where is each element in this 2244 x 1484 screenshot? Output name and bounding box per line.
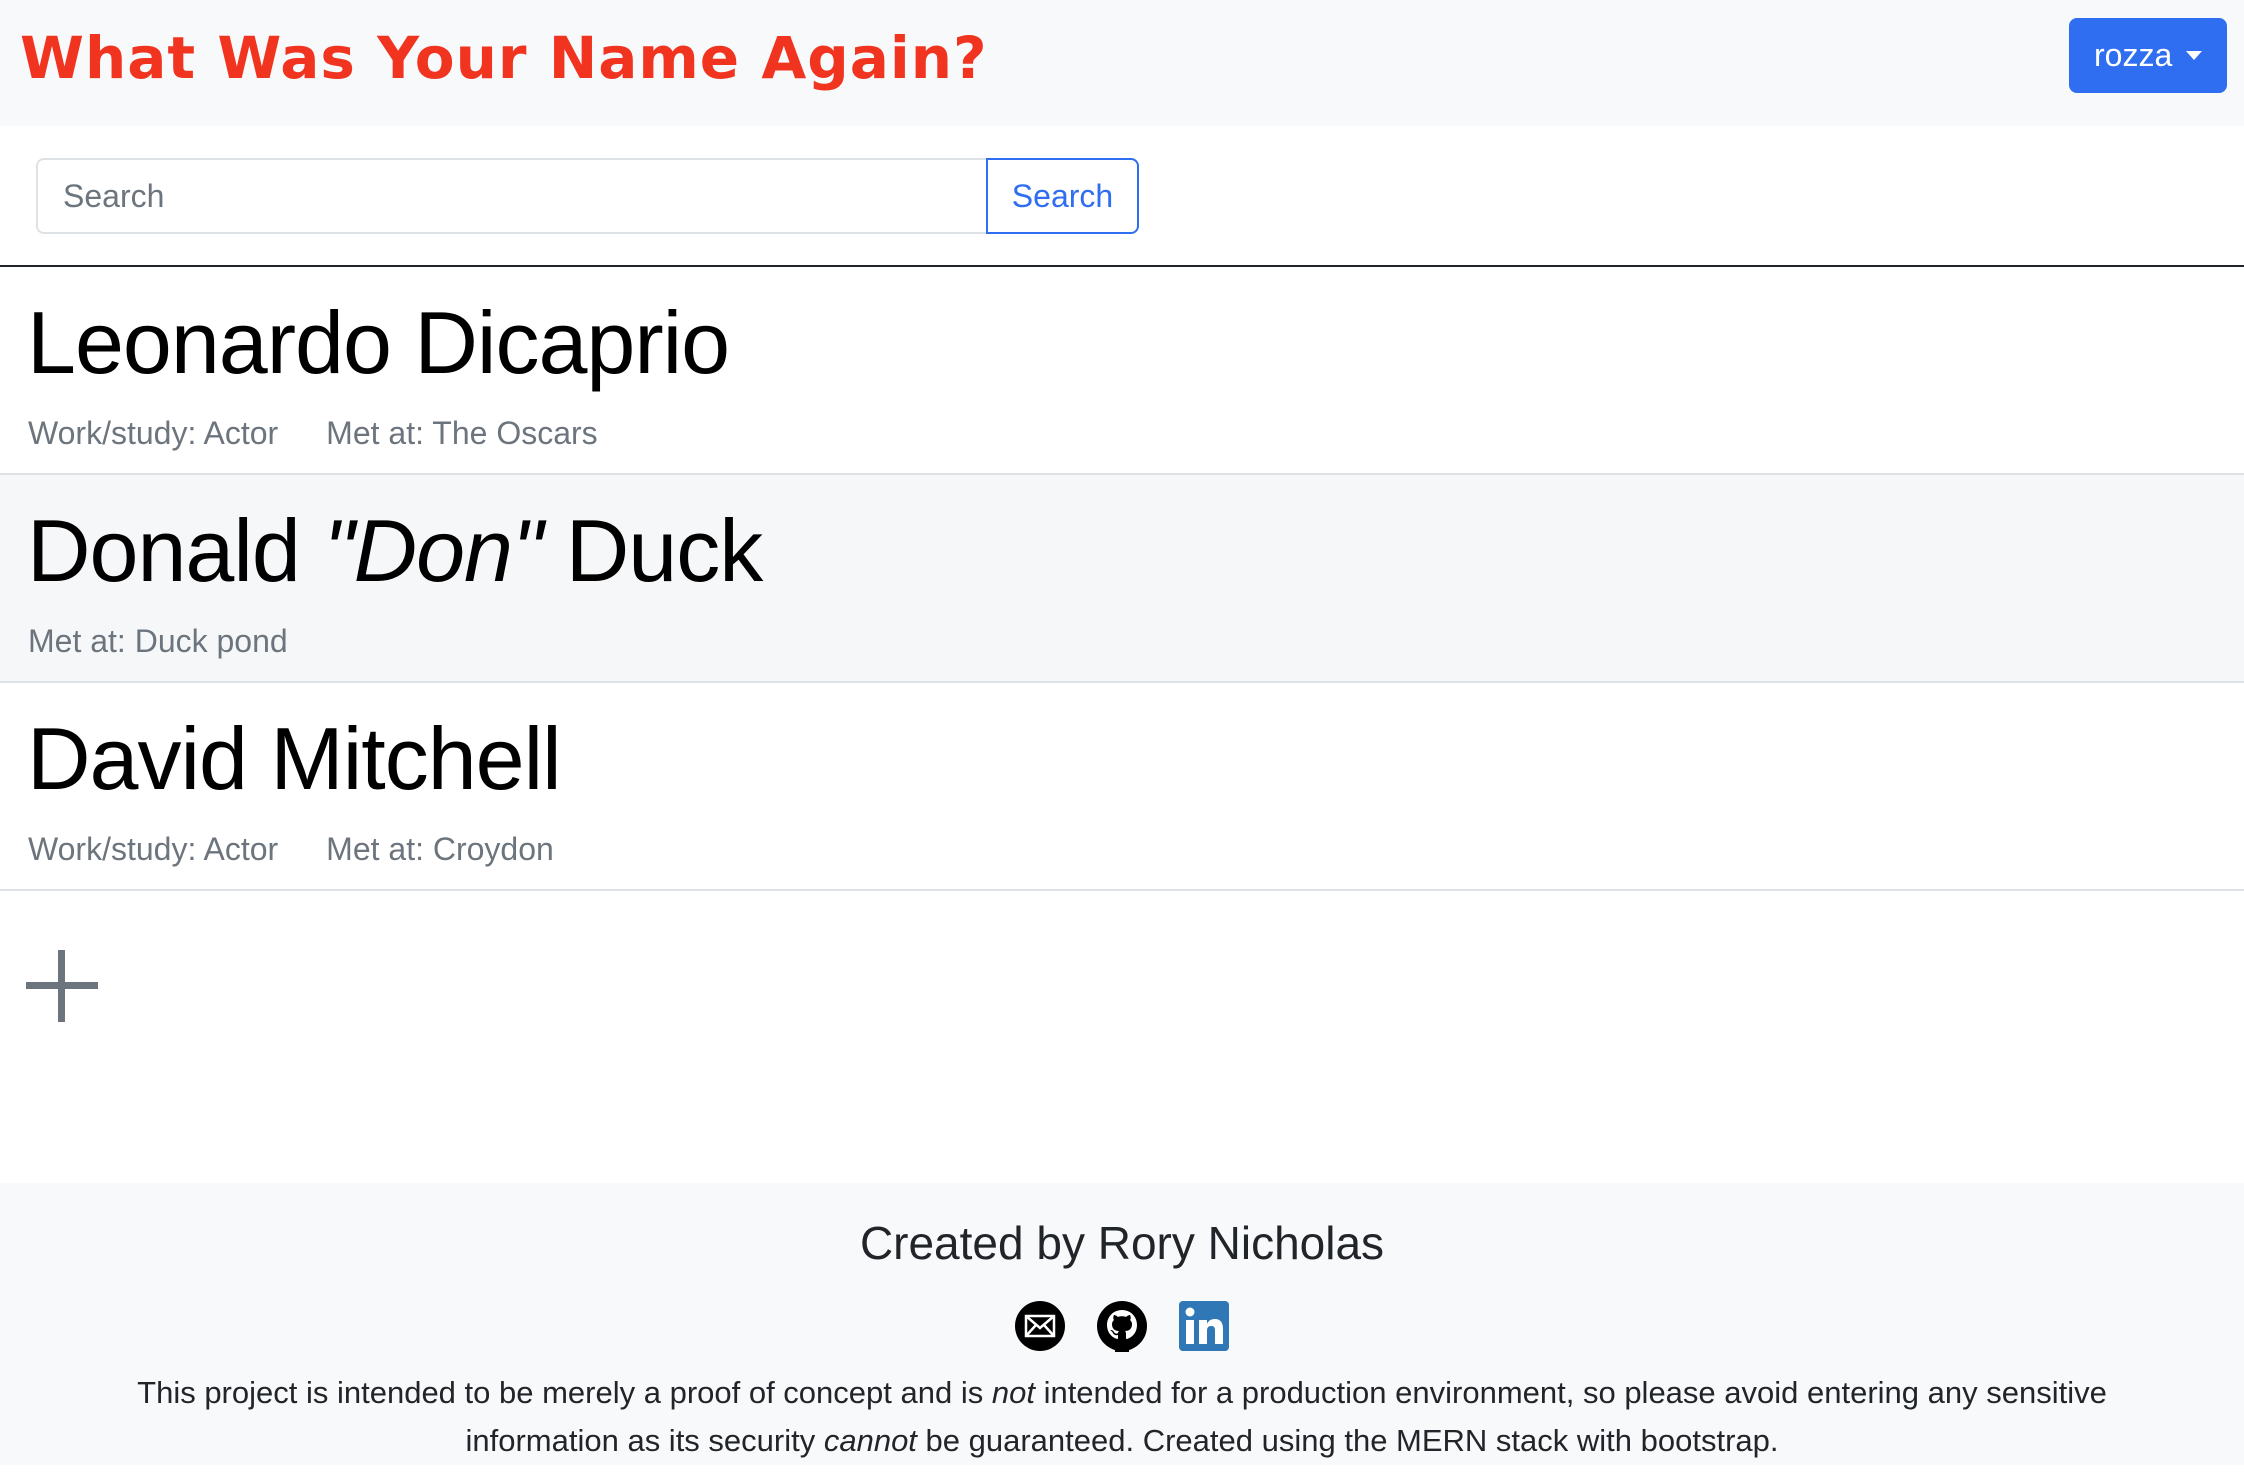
contact-met-at: Met at: Duck pond [28,623,288,659]
contact-name-text: David Mitchell [27,709,562,808]
app-title[interactable]: What Was Your Name Again? [20,18,988,98]
disclaimer-text: be guaranteed. Created using the MERN st… [916,1423,1779,1458]
contact-meta: Work/study: Actor Met at: The Oscars [28,413,598,453]
contact-item[interactable]: Donald "Don" Duck Met at: Duck pond [0,475,2244,683]
user-menu-label: rozza [2094,37,2173,73]
contact-work: Work/study: Actor [28,831,279,867]
footer: Created by Rory Nicholas This project is… [0,1183,2244,1465]
user-menu-button[interactable]: rozza [2069,18,2227,93]
contact-met-at: Met at: The Oscars [326,415,598,451]
disclaimer-emphasis: not [991,1375,1035,1410]
navbar: What Was Your Name Again? rozza [0,0,2244,126]
contact-name-text: Leonardo Dicaprio [27,293,730,392]
contact-item[interactable]: Leonardo Dicaprio Work/study: Actor Met a… [0,267,2244,475]
contact-work: Work/study: Actor [28,415,279,451]
contact-last-name: Duck [542,501,764,600]
footer-disclaimer: This project is intended to be merely a … [120,1369,2124,1465]
contact-list: Leonardo Dicaprio Work/study: Actor Met a… [0,267,2244,891]
contact-name: Leonardo Dicaprio [27,293,730,393]
disclaimer-text: This project is intended to be merely a … [137,1375,992,1410]
email-icon[interactable] [1014,1300,1066,1352]
contact-item[interactable]: David Mitchell Work/study: Actor Met at: … [0,683,2244,891]
contact-meta: Work/study: Actor Met at: Croydon [28,829,554,869]
contact-nickname: "Don" [323,501,543,600]
add-contact-plus-icon[interactable] [26,950,98,1022]
contact-name: David Mitchell [27,709,562,809]
footer-social-links [1014,1300,1230,1354]
caret-down-icon [2186,51,2202,60]
disclaimer-emphasis: cannot [823,1423,917,1458]
search-bar: Search [0,126,2244,267]
search-input[interactable] [36,158,988,234]
contact-name: Donald "Don" Duck [27,501,764,601]
linkedin-icon[interactable] [1178,1300,1230,1352]
search-button[interactable]: Search [986,158,1139,234]
footer-title: Created by Rory Nicholas [859,1217,1385,1269]
github-icon[interactable] [1096,1300,1148,1352]
contact-first-name: Donald [27,501,324,600]
contact-met-at: Met at: Croydon [326,831,554,867]
contact-meta: Met at: Duck pond [28,621,288,661]
